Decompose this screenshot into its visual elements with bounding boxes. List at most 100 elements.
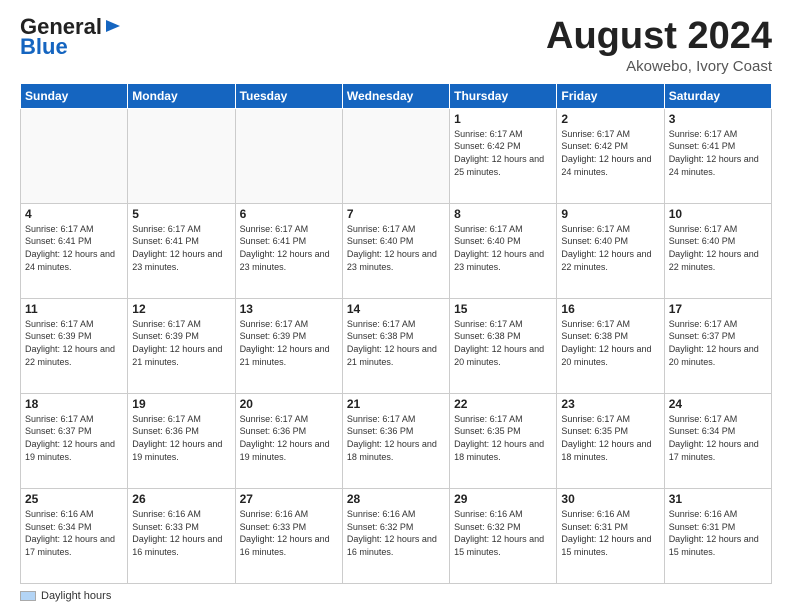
table-row: 11 Sunrise: 6:17 AMSunset: 6:39 PMDayligh… [21, 298, 128, 393]
col-sunday: Sunday [21, 83, 128, 108]
table-row: 29 Sunrise: 6:16 AMSunset: 6:32 PMDayligh… [450, 488, 557, 583]
table-row: 2Sunrise: 6:17 AMSunset: 6:42 PMDaylight… [557, 108, 664, 203]
day-info: Sunrise: 6:16 AMSunset: 6:31 PMDaylight:… [561, 508, 659, 558]
table-row: 8 Sunrise: 6:17 AMSunset: 6:40 PMDaylight… [450, 203, 557, 298]
calendar-table: Sunday Monday Tuesday Wednesday Thursday… [20, 83, 772, 584]
day-info: Sunrise: 6:17 AMSunset: 6:36 PMDaylight:… [132, 413, 230, 463]
table-row: 30 Sunrise: 6:16 AMSunset: 6:31 PMDayligh… [557, 488, 664, 583]
day-info: Sunrise: 6:17 AMSunset: 6:40 PMDaylight:… [561, 223, 659, 273]
week-row-2: 4 Sunrise: 6:17 AMSunset: 6:41 PMDaylight… [21, 203, 772, 298]
day-info: Sunrise: 6:17 AMSunset: 6:38 PMDaylight:… [561, 318, 659, 368]
legend-area: Daylight hours [20, 590, 772, 602]
day-info: Sunrise: 6:17 AMSunset: 6:36 PMDaylight:… [347, 413, 445, 463]
day-number: 13 [240, 302, 338, 316]
col-wednesday: Wednesday [342, 83, 449, 108]
col-tuesday: Tuesday [235, 83, 342, 108]
day-info: Sunrise: 6:17 AMSunset: 6:39 PMDaylight:… [240, 318, 338, 368]
day-info: Sunrise: 6:17 AMSunset: 6:42 PMDaylight:… [454, 128, 552, 178]
day-number: 4 [25, 207, 123, 221]
day-number: 28 [347, 492, 445, 506]
day-info: Sunrise: 6:17 AMSunset: 6:37 PMDaylight:… [25, 413, 123, 463]
day-number: 30 [561, 492, 659, 506]
day-info: Sunrise: 6:17 AMSunset: 6:41 PMDaylight:… [240, 223, 338, 273]
col-monday: Monday [128, 83, 235, 108]
table-row: 23 Sunrise: 6:17 AMSunset: 6:35 PMDayligh… [557, 393, 664, 488]
week-row-4: 18Sunrise: 6:17 AMSunset: 6:37 PMDayligh… [21, 393, 772, 488]
table-row: 10 Sunrise: 6:17 AMSunset: 6:40 PMDayligh… [664, 203, 771, 298]
day-number: 9 [561, 207, 659, 221]
table-row: 7Sunrise: 6:17 AMSunset: 6:40 PMDaylight… [342, 203, 449, 298]
day-info: Sunrise: 6:16 AMSunset: 6:32 PMDaylight:… [454, 508, 552, 558]
day-info: Sunrise: 6:16 AMSunset: 6:32 PMDaylight:… [347, 508, 445, 558]
day-info: Sunrise: 6:16 AMSunset: 6:33 PMDaylight:… [240, 508, 338, 558]
legend-label: Daylight hours [41, 590, 111, 602]
day-number: 12 [132, 302, 230, 316]
logo-area: General Blue [20, 16, 122, 60]
day-number: 10 [669, 207, 767, 221]
day-info: Sunrise: 6:17 AMSunset: 6:39 PMDaylight:… [132, 318, 230, 368]
logo-flag-icon [104, 18, 122, 36]
col-thursday: Thursday [450, 83, 557, 108]
day-number: 6 [240, 207, 338, 221]
table-row: 24 Sunrise: 6:17 AMSunset: 6:34 PMDayligh… [664, 393, 771, 488]
title-area: August 2024 Akowebo, Ivory Coast [546, 16, 772, 75]
day-number: 31 [669, 492, 767, 506]
day-number: 22 [454, 397, 552, 411]
day-number: 5 [132, 207, 230, 221]
col-saturday: Saturday [664, 83, 771, 108]
day-info: Sunrise: 6:17 AMSunset: 6:41 PMDaylight:… [25, 223, 123, 273]
day-number: 16 [561, 302, 659, 316]
col-friday: Friday [557, 83, 664, 108]
day-number: 24 [669, 397, 767, 411]
location-subtitle: Akowebo, Ivory Coast [546, 58, 772, 75]
day-number: 19 [132, 397, 230, 411]
day-info: Sunrise: 6:17 AMSunset: 6:38 PMDaylight:… [454, 318, 552, 368]
table-row [235, 108, 342, 203]
day-number: 11 [25, 302, 123, 316]
day-info: Sunrise: 6:17 AMSunset: 6:35 PMDaylight:… [561, 413, 659, 463]
day-info: Sunrise: 6:16 AMSunset: 6:31 PMDaylight:… [669, 508, 767, 558]
day-info: Sunrise: 6:16 AMSunset: 6:34 PMDaylight:… [25, 508, 123, 558]
table-row [21, 108, 128, 203]
table-row: 3Sunrise: 6:17 AMSunset: 6:41 PMDaylight… [664, 108, 771, 203]
table-row: 6 Sunrise: 6:17 AMSunset: 6:41 PMDaylight… [235, 203, 342, 298]
day-number: 14 [347, 302, 445, 316]
page: General Blue August 2024 Akowebo, Ivory … [0, 0, 792, 612]
table-row: 9 Sunrise: 6:17 AMSunset: 6:40 PMDaylight… [557, 203, 664, 298]
day-number: 1 [454, 112, 552, 126]
day-info: Sunrise: 6:17 AMSunset: 6:35 PMDaylight:… [454, 413, 552, 463]
legend-color-box [20, 591, 36, 601]
day-number: 29 [454, 492, 552, 506]
table-row: 27 Sunrise: 6:16 AMSunset: 6:33 PMDayligh… [235, 488, 342, 583]
day-info: Sunrise: 6:17 AMSunset: 6:39 PMDaylight:… [25, 318, 123, 368]
day-info: Sunrise: 6:17 AMSunset: 6:40 PMDaylight:… [347, 223, 445, 273]
table-row: 18Sunrise: 6:17 AMSunset: 6:37 PMDayligh… [21, 393, 128, 488]
day-number: 21 [347, 397, 445, 411]
day-info: Sunrise: 6:17 AMSunset: 6:36 PMDaylight:… [240, 413, 338, 463]
week-row-5: 25Sunrise: 6:16 AMSunset: 6:34 PMDayligh… [21, 488, 772, 583]
table-row: 14Sunrise: 6:17 AMSunset: 6:38 PMDayligh… [342, 298, 449, 393]
day-info: Sunrise: 6:17 AMSunset: 6:37 PMDaylight:… [669, 318, 767, 368]
day-number: 2 [561, 112, 659, 126]
table-row: 16 Sunrise: 6:17 AMSunset: 6:38 PMDayligh… [557, 298, 664, 393]
day-number: 8 [454, 207, 552, 221]
day-info: Sunrise: 6:16 AMSunset: 6:33 PMDaylight:… [132, 508, 230, 558]
table-row: 17 Sunrise: 6:17 AMSunset: 6:37 PMDayligh… [664, 298, 771, 393]
day-number: 17 [669, 302, 767, 316]
day-info: Sunrise: 6:17 AMSunset: 6:34 PMDaylight:… [669, 413, 767, 463]
day-number: 20 [240, 397, 338, 411]
table-row: 15Sunrise: 6:17 AMSunset: 6:38 PMDayligh… [450, 298, 557, 393]
day-number: 26 [132, 492, 230, 506]
day-info: Sunrise: 6:17 AMSunset: 6:40 PMDaylight:… [454, 223, 552, 273]
table-row: 31 Sunrise: 6:16 AMSunset: 6:31 PMDayligh… [664, 488, 771, 583]
table-row: 22 Sunrise: 6:17 AMSunset: 6:35 PMDayligh… [450, 393, 557, 488]
day-number: 23 [561, 397, 659, 411]
day-info: Sunrise: 6:17 AMSunset: 6:40 PMDaylight:… [669, 223, 767, 273]
day-number: 27 [240, 492, 338, 506]
table-row: 13 Sunrise: 6:17 AMSunset: 6:39 PMDayligh… [235, 298, 342, 393]
table-row: 1 Sunrise: 6:17 AMSunset: 6:42 PMDaylight… [450, 108, 557, 203]
top-section: General Blue August 2024 Akowebo, Ivory … [20, 16, 772, 75]
table-row: 20 Sunrise: 6:17 AMSunset: 6:36 PMDayligh… [235, 393, 342, 488]
table-row: 5Sunrise: 6:17 AMSunset: 6:41 PMDaylight… [128, 203, 235, 298]
day-number: 3 [669, 112, 767, 126]
